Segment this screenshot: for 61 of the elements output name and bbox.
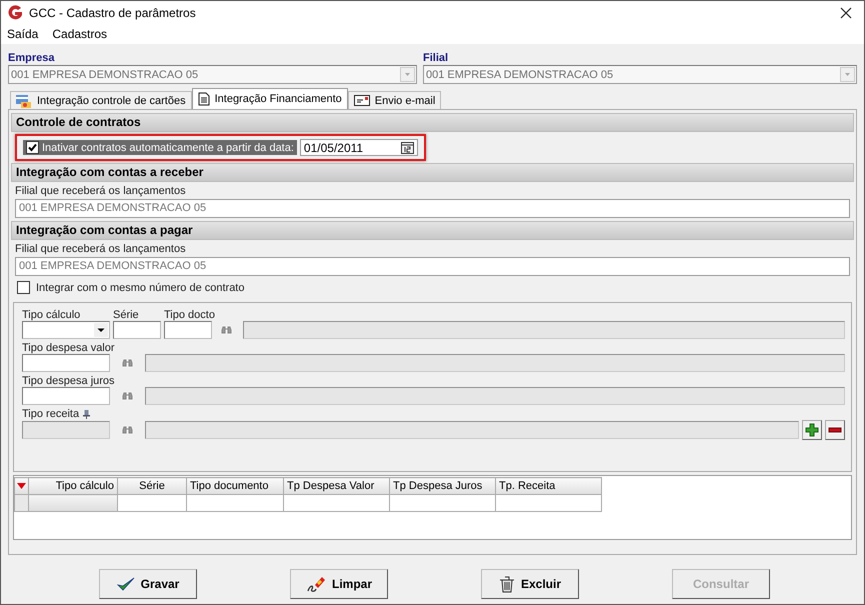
window-title: GCC - Cadastro de parâmetros — [29, 6, 197, 20]
field-label: Tipo despesa juros — [22, 375, 115, 387]
action-button[interactable]: Gravar — [99, 569, 197, 599]
field-label: Série — [113, 309, 140, 321]
tab[interactable]: Envio e-mail — [348, 91, 442, 109]
calc-type-combo[interactable] — [22, 321, 110, 339]
column-header[interactable]: Tp. Receita — [496, 478, 602, 494]
doc-type-field[interactable] — [164, 321, 212, 339]
branch-field[interactable]: 001 EMPRESA DEMONSTRACAO 05 — [15, 199, 850, 218]
section-header: Controle de contratos — [11, 113, 854, 132]
calendar-icon[interactable] — [400, 142, 414, 154]
eraser-icon — [306, 575, 326, 593]
section-header: Integração com contas a receber — [11, 163, 854, 182]
close-icon[interactable] — [840, 6, 852, 18]
envelope-icon — [354, 95, 370, 106]
company-combo[interactable]: 001 EMPRESA DEMONSTRACAO 05 — [8, 65, 417, 84]
column-header[interactable]: Tipo cálculo — [28, 478, 118, 494]
tab[interactable]: Integração Financiamento — [192, 88, 348, 109]
binoculars-icon[interactable] — [122, 392, 133, 400]
binoculars-icon[interactable] — [221, 326, 232, 334]
table-cell — [118, 494, 186, 512]
code-field[interactable] — [22, 387, 110, 405]
checkmark-icon — [116, 576, 135, 592]
field-label: Filial que receberá os lançamentos — [15, 185, 187, 197]
date-field[interactable]: 01/05/2011 — [300, 139, 418, 156]
column-header[interactable]: Tp Despesa Valor — [284, 478, 390, 494]
field-label: Filial que receberá os lançamentos — [15, 243, 187, 255]
action-button[interactable]: Excluir — [481, 569, 579, 599]
field-label: Tipo receita — [22, 408, 80, 420]
remove-button[interactable] — [825, 420, 845, 440]
field-label: Filial — [423, 52, 450, 65]
binoculars-icon[interactable] — [122, 426, 133, 434]
dropdown-icon[interactable] — [94, 323, 108, 337]
checkbox[interactable] — [26, 141, 39, 154]
plus-icon — [805, 423, 819, 437]
document-icon — [198, 92, 210, 106]
series-field[interactable] — [113, 321, 161, 339]
menu-item[interactable]: Saída — [7, 27, 38, 41]
code-field[interactable] — [22, 354, 110, 372]
cards-icon — [16, 94, 32, 108]
app-logo-icon — [7, 4, 23, 20]
branch-combo[interactable]: 001 EMPRESA DEMONSTRACAO 05 — [423, 65, 857, 84]
column-header[interactable]: Tipo documento — [186, 478, 284, 494]
field-label: Tipo despesa valor — [22, 342, 115, 354]
checkbox-label: Integrar com o mesmo número de contrato — [36, 282, 244, 294]
field-label: Tipo cálculo — [22, 309, 82, 321]
menu-item[interactable]: Cadastros — [52, 27, 108, 41]
column-header[interactable]: Série — [118, 478, 186, 494]
tab[interactable]: Integração controle de cartões — [10, 91, 192, 109]
section-header: Integração com contas a pagar — [11, 221, 854, 240]
binoculars-icon[interactable] — [122, 358, 133, 368]
sort-indicator-icon — [17, 483, 26, 489]
checkbox-label: Inativar contratos automaticamente a partir da data: — [42, 142, 294, 154]
column-header[interactable]: Tp Despesa Juros — [390, 478, 496, 494]
add-button[interactable] — [802, 420, 822, 440]
field-label: Tipo docto — [164, 309, 216, 321]
branch-field[interactable]: 001 EMPRESA DEMONSTRACAO 05 — [15, 257, 850, 276]
field-label: Empresa — [8, 52, 56, 65]
trash-icon — [498, 576, 515, 592]
checkbox[interactable] — [17, 281, 30, 294]
action-button[interactable]: Limpar — [290, 569, 388, 599]
